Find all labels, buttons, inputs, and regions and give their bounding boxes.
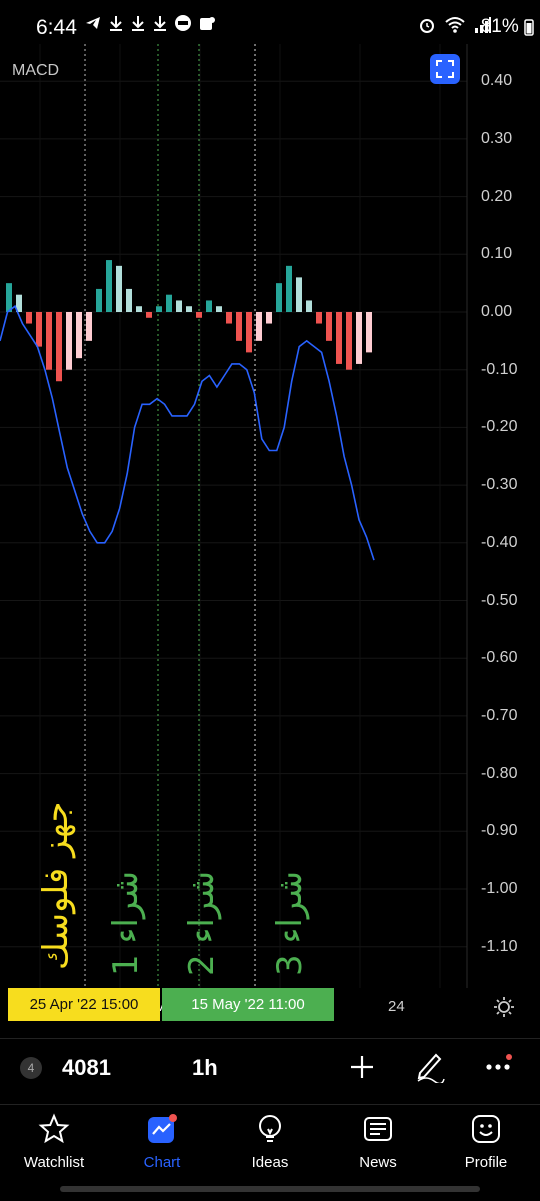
price-tick-label: -0.70	[481, 706, 518, 724]
histogram-bar	[66, 312, 72, 370]
price-tick-label: 0.10	[481, 245, 513, 263]
price-tick-label: -1.00	[481, 880, 518, 897]
symbol-button[interactable]: 4081	[62, 1055, 111, 1081]
histogram-bar	[46, 312, 52, 370]
price-tick-label: -0.30	[481, 476, 518, 494]
histogram-bar	[96, 288, 102, 312]
chart-icon	[148, 1114, 177, 1143]
nav-watchlist-label: Watchlist	[23, 1154, 85, 1171]
price-tick-label: -0.40	[481, 533, 518, 551]
histogram-bar	[306, 300, 312, 312]
more-menu-icon[interactable]	[484, 1051, 514, 1081]
histogram-bar	[346, 312, 352, 370]
price-tick-label: -0.90	[481, 822, 518, 840]
annotation-buy-1: شراء 1	[106, 870, 146, 976]
star-icon	[38, 1113, 70, 1144]
histogram-bar	[276, 283, 282, 312]
histogram-bar	[156, 306, 162, 312]
add-icon[interactable]	[348, 1053, 376, 1081]
fullscreen-button[interactable]	[430, 54, 460, 84]
crosshair-date-badge: 25 Apr '22 15:00	[8, 988, 160, 1021]
settings-gear-icon[interactable]	[493, 996, 515, 1018]
highlight-date-badge: 15 May '22 11:00	[162, 988, 334, 1021]
nav-news[interactable]: News	[324, 1113, 432, 1171]
histogram-bar	[126, 288, 132, 312]
nav-profile[interactable]: Profile	[432, 1113, 540, 1171]
price-tick-label: 0.20	[481, 187, 513, 205]
nav-chart-label: Chart	[143, 1154, 181, 1171]
smiley-icon	[472, 1115, 500, 1143]
histogram-bar	[186, 306, 192, 312]
histogram-bar	[216, 306, 222, 312]
annotation-buy-3: شراء 3	[270, 870, 310, 976]
histogram-bar	[176, 300, 182, 312]
histogram-bar	[286, 265, 292, 312]
histogram-bar	[146, 312, 152, 318]
lightbulb-icon	[259, 1115, 281, 1142]
histogram-bar	[256, 312, 262, 341]
newspaper-icon	[364, 1117, 392, 1141]
histogram-bar	[316, 312, 322, 324]
annotation-prepare: جهز فلوسك	[36, 801, 76, 970]
price-tick-label: -0.60	[481, 649, 518, 667]
histogram-bar	[236, 312, 242, 341]
histogram-bar	[266, 312, 272, 324]
histogram-bar	[166, 294, 172, 312]
histogram-bar	[56, 312, 62, 382]
price-tick-label: -0.50	[481, 591, 518, 609]
histogram-bar	[106, 260, 112, 312]
histogram-bar	[76, 312, 82, 359]
nav-ideas[interactable]: Ideas	[216, 1113, 324, 1171]
histogram-bar	[246, 312, 252, 353]
histogram-bar	[196, 312, 202, 318]
price-tick-label: 0.30	[481, 129, 513, 147]
histogram-bar	[6, 283, 12, 312]
histogram-bar	[86, 312, 92, 341]
time-label-24: 24	[388, 998, 405, 1015]
histogram-bar	[356, 312, 362, 364]
price-tick-label: -0.80	[481, 764, 518, 782]
histogram-bar	[336, 312, 342, 364]
nav-profile-label: Profile	[464, 1154, 508, 1171]
nav-watchlist[interactable]: Watchlist	[0, 1113, 108, 1171]
indicator-label: MACD	[12, 62, 60, 79]
price-tick-label: -1.10	[481, 937, 518, 955]
histogram-bar	[366, 312, 372, 353]
histogram-bar	[36, 312, 42, 347]
price-tick-label: -0.10	[481, 360, 518, 378]
price-tick-label: 0.00	[481, 303, 513, 320]
histogram-bar	[136, 306, 142, 312]
nav-ideas-label: Ideas	[251, 1154, 289, 1171]
chart-toolbar: 4 4081 1h	[0, 1038, 540, 1095]
interval-button[interactable]: 1h	[192, 1055, 218, 1081]
price-tick-label: 0.40	[481, 72, 513, 90]
macd-chart[interactable]	[0, 0, 540, 990]
histogram-bar	[326, 312, 332, 341]
price-tick-label: -0.20	[481, 418, 518, 436]
histogram-bar	[206, 300, 212, 312]
histogram-bar	[226, 312, 232, 324]
histogram-bar	[116, 265, 122, 312]
annotation-buy-2: شراء 2	[182, 870, 222, 976]
home-indicator	[60, 1186, 480, 1192]
drawing-tools-icon[interactable]	[414, 1049, 446, 1083]
layout-count-badge[interactable]: 4	[20, 1057, 42, 1079]
nav-chart[interactable]: Chart	[108, 1113, 216, 1171]
fullscreen-icon	[436, 60, 454, 78]
nav-news-label: News	[359, 1154, 397, 1171]
histogram-bar	[296, 277, 302, 312]
histogram-bar	[26, 312, 32, 324]
